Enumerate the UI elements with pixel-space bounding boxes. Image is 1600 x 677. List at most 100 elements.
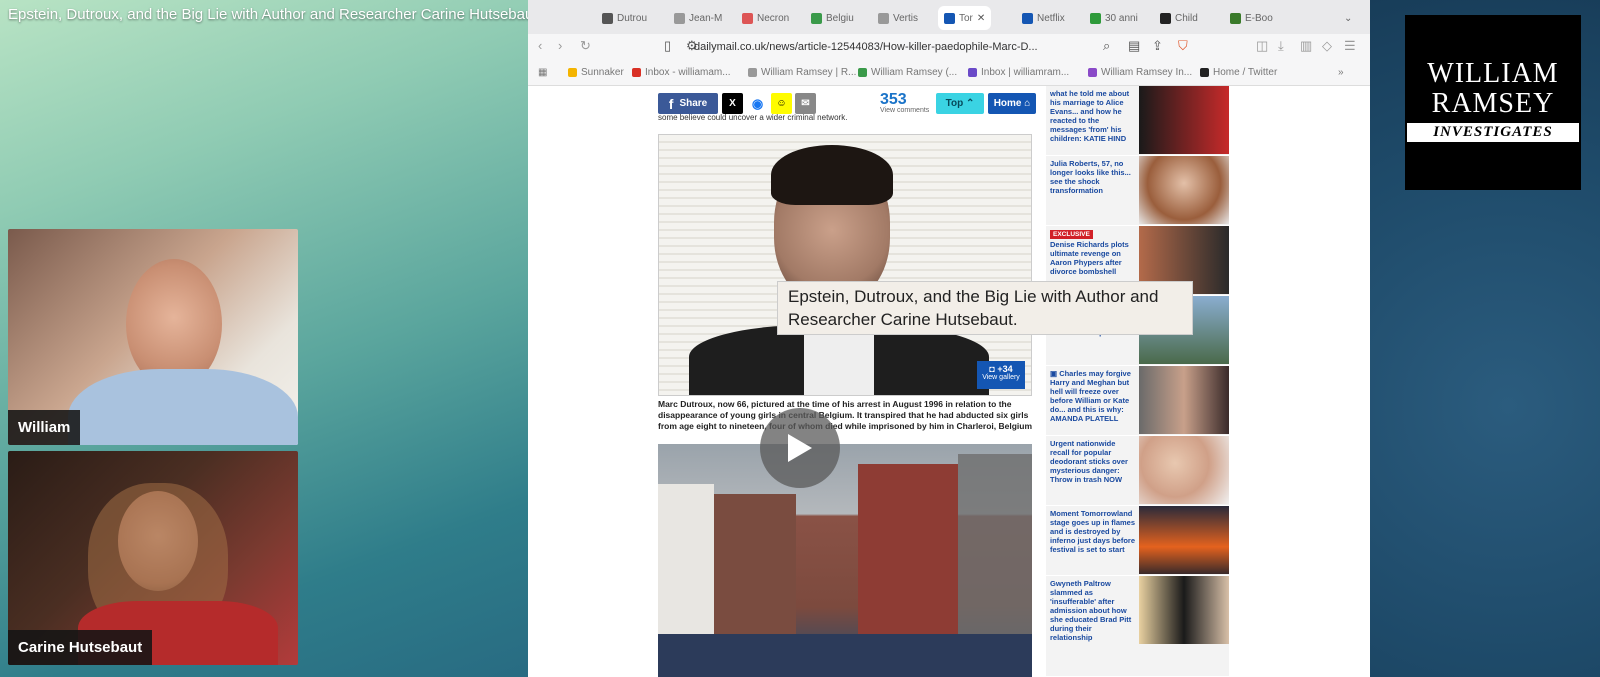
tab-favicon [1090, 12, 1101, 24]
tab-favicon [878, 12, 889, 24]
tab-8[interactable]: Child [1160, 9, 1198, 27]
tab-active[interactable]: Tor ✕ [938, 6, 992, 30]
mugshot-shirt [804, 331, 874, 395]
apps-grid-icon[interactable]: ▦ [538, 67, 547, 78]
facebook-share-button[interactable]: f Share [658, 93, 718, 114]
download-icon[interactable]: ⤓ [1278, 38, 1284, 54]
sidebar-thumbnail [1139, 86, 1229, 154]
chevron-up-icon: ⌃ [965, 98, 975, 109]
zoom-icon[interactable]: ⌕ [1103, 38, 1110, 54]
reader-icon[interactable]: ▤ [1128, 38, 1140, 54]
brave-shield-icon[interactable]: ⛉ [1178, 38, 1188, 54]
view-gallery-button[interactable]: ◘ +34 View gallery [977, 361, 1025, 389]
close-icon[interactable]: ✕ [977, 13, 985, 24]
sidebar-item[interactable]: Urgent nationwide recall for popular deo… [1046, 436, 1229, 506]
bookmarks-bar: ▦ Sunnaker Inbox - williamam... William … [528, 60, 1370, 86]
bookmark-favicon [858, 68, 867, 77]
bookmark-icon[interactable]: ▯ [664, 38, 671, 54]
sidebar-list: what he told me about his marriage to Al… [1046, 86, 1229, 677]
messenger-icon[interactable]: ◉ [747, 93, 768, 114]
email-icon[interactable]: ✉ [795, 93, 816, 114]
bookmark-item[interactable]: William Ramsey In... [1088, 67, 1192, 78]
sidebar-item[interactable]: what he told me about his marriage to Al… [1046, 86, 1229, 156]
x-icon: X [729, 98, 736, 109]
play-button[interactable] [760, 408, 840, 488]
mail-icon [968, 68, 977, 77]
share-icon[interactable]: ⇪ [1152, 38, 1163, 54]
house-brick-left [714, 494, 796, 644]
tab-3[interactable]: Belgiu [811, 9, 854, 27]
bookmark-favicon [568, 68, 577, 77]
mugshot-hair [771, 145, 893, 205]
back-to-top-button[interactable]: Top ⌃ [936, 93, 984, 114]
tab-6[interactable]: Netflix [1022, 9, 1065, 27]
tab-favicon [742, 12, 753, 24]
sidebar-item[interactable]: Gwyneth Paltrow slammed as 'insufferable… [1046, 576, 1229, 677]
tab-overflow-chevron-icon[interactable]: ⌄ [1344, 9, 1352, 27]
tab-favicon [944, 12, 955, 24]
video-title-tooltip: Epstein, Dutroux, and the Big Lie with A… [777, 281, 1193, 335]
participant-tile-william: William [8, 229, 298, 445]
bookmark-item[interactable]: Inbox - williamam... [632, 67, 731, 78]
tab-favicon [1160, 12, 1171, 24]
comment-count[interactable]: 353 View comments [880, 91, 929, 114]
video-title: Epstein, Dutroux, and the Big Lie with A… [8, 6, 542, 23]
sidebar-item[interactable]: Julia Roberts, 57, no longer looks like … [1046, 156, 1229, 226]
play-icon [788, 434, 812, 462]
bookmark-item[interactable]: Home / Twitter [1200, 67, 1277, 78]
forward-icon[interactable]: › [558, 38, 562, 53]
article-photo-mugshot: ◘ +34 View gallery [658, 134, 1032, 396]
share-bar: f Share X ◉ ☺ ✉ 353 View comments Top ⌃ Ho… [658, 91, 1036, 115]
tab-9[interactable]: E-Boo [1230, 9, 1273, 27]
participant-name-william: William [8, 410, 81, 445]
tab-7[interactable]: 30 anni [1090, 9, 1138, 27]
tab-2[interactable]: Necron [742, 9, 789, 27]
sidebar-icon[interactable]: ▥ [1300, 38, 1312, 54]
article-snippet: some believe could uncover a wider crimi… [658, 113, 848, 122]
bookmark-item[interactable]: William Ramsey | R... [748, 67, 856, 78]
photo-caption: Marc Dutroux, now 66, pictured at the ti… [658, 399, 1033, 431]
bookmark-item[interactable]: Sunnaker [568, 67, 624, 78]
sidebar-thumbnail [1139, 506, 1229, 574]
x-share-button[interactable]: X [722, 93, 743, 114]
back-icon[interactable]: ‹ [538, 38, 542, 53]
sidebar-item[interactable]: ▣ Charles may forgive Harry and Meghan b… [1046, 366, 1229, 436]
x-icon [1200, 68, 1209, 77]
participant-tile-carine: Carine Hutsebaut [8, 451, 298, 665]
house-brick-center [858, 464, 958, 634]
sidebar-thumbnail [1139, 436, 1229, 504]
more-bookmarks-icon[interactable]: » [1338, 67, 1344, 78]
crane-structure [958, 454, 1032, 644]
tab-favicon [1230, 12, 1241, 24]
fence [658, 634, 1032, 677]
reload-icon[interactable]: ↻ [580, 38, 591, 54]
camera-icon: ◘ [989, 364, 995, 374]
sidebar-item[interactable]: Moment Tomorrowland stage goes up in fla… [1046, 506, 1229, 576]
wallet-icon[interactable]: ◇ [1322, 38, 1332, 54]
sidebar-thumbnail [1139, 576, 1229, 644]
bookmark-item[interactable]: Inbox | williamram... [968, 67, 1069, 78]
gmail-icon [632, 68, 641, 77]
facebook-icon: f [668, 95, 674, 112]
home-icon: ⌂ [1024, 98, 1031, 109]
home-button[interactable]: Home ⌂ [988, 93, 1036, 114]
bookmark-favicon [748, 68, 757, 77]
sidebar-thumbnail [1139, 366, 1229, 434]
bookmark-favicon [1088, 68, 1097, 77]
address-bar[interactable]: dailymail.co.uk/news/article-12544083/Ho… [694, 37, 1144, 57]
participant-name-carine: Carine Hutsebaut [8, 630, 153, 665]
tab-1[interactable]: Jean-M [674, 9, 722, 27]
gallery-icon: ▣ [1050, 369, 1058, 378]
exclusive-badge: EXCLUSIVE [1050, 230, 1093, 239]
browser-toolbar: ‹ › ↻ ▯ ⚙ dailymail.co.uk/news/article-1… [528, 34, 1370, 60]
sidebar-thumbnail [1139, 156, 1229, 224]
snapchat-icon[interactable]: ☺ [771, 93, 792, 114]
tab-0[interactable]: Dutrou [602, 9, 647, 27]
tab-favicon [602, 12, 613, 24]
bookmark-item[interactable]: William Ramsey (... [858, 67, 957, 78]
menu-icon[interactable]: ☰ [1344, 38, 1356, 54]
extensions-icon[interactable]: ◫ [1256, 38, 1268, 54]
tab-bar: Dutrou Jean-M Necron Belgiu Vertis Tor ✕ … [528, 0, 1370, 34]
tab-4[interactable]: Vertis [878, 9, 918, 27]
house-white [658, 484, 714, 644]
